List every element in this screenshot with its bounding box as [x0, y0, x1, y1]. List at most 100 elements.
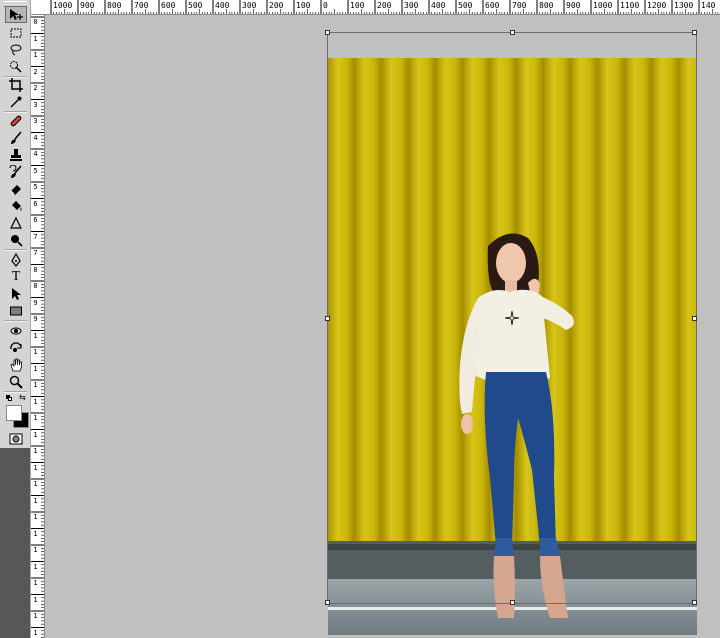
quick-mask-button[interactable] [5, 430, 27, 447]
dodge-tool[interactable] [5, 231, 27, 248]
history-brush-icon [9, 164, 22, 178]
ruler-label: 1 [33, 397, 38, 406]
ruler-label: 1 [33, 496, 38, 505]
blur-tool[interactable] [5, 214, 27, 231]
ruler-label: 6 [33, 199, 38, 208]
rectangle-icon [10, 306, 22, 315]
ruler-label: 700 [512, 1, 527, 10]
ruler-label: 1 [33, 513, 38, 521]
ruler-label: 4 [33, 150, 38, 158]
ruler-label: 1 [33, 595, 38, 604]
ruler-label: 1 [33, 612, 38, 620]
ruler-label: 300 [242, 1, 257, 10]
eyedropper-tool[interactable] [5, 93, 27, 110]
ruler-label: 1000 [53, 1, 73, 10]
3d-orbit-tool[interactable] [5, 339, 27, 356]
paint-bucket-tool[interactable] [5, 197, 27, 214]
ruler-label: 9 [33, 315, 38, 323]
ruler-label: 1 [33, 529, 38, 538]
document-canvas[interactable] [45, 15, 720, 638]
ruler-label: 1 [33, 579, 38, 587]
move-tool[interactable] [5, 6, 27, 23]
healing-brush-tool[interactable] [5, 112, 27, 129]
ruler-label: 9 [33, 298, 38, 307]
hand-tool[interactable] [5, 356, 27, 373]
vertical-ruler[interactable]: 0 1 1 2 2 3 3 4 4 5 5 6 6 7 7 8 8 9 9 1 1 1 1 1 1 1 1 1 1 1 1 1 1 1 1 1 1 1 [31, 15, 45, 638]
ruler-label: 600 [485, 1, 500, 10]
bandage-icon [10, 115, 22, 126]
transform-handle-bottom-right[interactable] [692, 600, 697, 605]
horizontal-ruler[interactable]: 1000 900 800 700 600 500 400 300 200 100 0 100 200 30… [31, 0, 720, 15]
lasso-icon [10, 44, 22, 55]
ruler-label: 0 [323, 1, 328, 10]
ruler-label: 800 [539, 1, 554, 10]
free-transform-box[interactable] [325, 30, 697, 605]
ruler-label: 1 [33, 414, 38, 422]
ruler-label: 1 [33, 34, 38, 43]
ruler-label: 1 [33, 463, 38, 472]
hand-icon [10, 358, 22, 371]
ruler-label: 100 [296, 1, 311, 10]
ruler-label: 1 [33, 381, 38, 389]
marquee-tool[interactable] [5, 24, 27, 41]
ruler-label: 1 [33, 430, 38, 439]
path-selection-tool[interactable] [5, 285, 27, 302]
ruler-label: 7 [33, 232, 38, 241]
zoom-tool[interactable] [5, 373, 27, 390]
quick-select-icon [10, 60, 22, 73]
bucket-icon [12, 200, 22, 211]
ruler-label: 8 [33, 265, 38, 274]
ruler-label: 3 [33, 100, 38, 109]
ruler-label: 5 [33, 183, 38, 191]
transform-handle-right[interactable] [692, 316, 697, 321]
transform-handle-top-left[interactable] [325, 30, 330, 35]
pen-tool[interactable] [5, 251, 27, 268]
ruler-label: 800 [107, 1, 122, 10]
type-icon: T [11, 268, 21, 284]
ruler-label: 5 [33, 166, 38, 175]
ruler-label: 300 [404, 1, 419, 10]
3d-rotate-tool[interactable] [5, 322, 27, 339]
ruler-label: 2 [33, 84, 38, 92]
eraser-icon [10, 184, 21, 195]
lasso-tool[interactable] [5, 41, 27, 58]
transform-handle-bottom[interactable] [510, 600, 515, 605]
ruler-label: 500 [188, 1, 203, 10]
tools-panel: T ⇆ [0, 0, 31, 638]
brush-tool[interactable] [5, 129, 27, 146]
ruler-label: 1 [33, 447, 38, 455]
pen-icon [11, 252, 21, 267]
transform-handle-bottom-left[interactable] [325, 600, 330, 605]
ruler-label: 1000 [593, 1, 613, 10]
ruler-label: 0 [33, 18, 38, 26]
quick-select-tool[interactable] [5, 58, 27, 75]
ruler-label: 1 [33, 348, 38, 356]
type-tool[interactable]: T [5, 268, 27, 285]
eraser-tool[interactable] [5, 180, 27, 197]
reference-point-icon[interactable] [505, 311, 519, 325]
ruler-label: 500 [458, 1, 473, 10]
clone-stamp-tool[interactable] [5, 146, 27, 163]
zoom-icon [9, 375, 23, 389]
ruler-label: 1 [33, 364, 38, 373]
crop-tool[interactable] [5, 76, 27, 93]
ruler-label: 900 [80, 1, 95, 10]
ruler-label: 1 [33, 331, 38, 340]
history-brush-tool[interactable] [5, 163, 27, 180]
move-icon [10, 8, 23, 20]
ruler-label: 400 [215, 1, 230, 10]
panel-background [0, 448, 30, 638]
foreground-color-swatch[interactable] [6, 405, 22, 421]
arrow-icon [12, 287, 21, 300]
swap-colors-icon[interactable]: ⇆ [19, 394, 26, 402]
ruler-label: 1 [33, 51, 38, 59]
transform-handle-top-right[interactable] [692, 30, 697, 35]
transform-handle-left[interactable] [325, 316, 330, 321]
dodge-icon [11, 234, 23, 247]
ruler-label: 600 [161, 1, 176, 10]
ruler-label: 1300 [674, 1, 694, 10]
default-colors-icon[interactable] [6, 395, 13, 402]
transform-handle-top[interactable] [510, 30, 515, 35]
rectangle-tool[interactable] [5, 302, 27, 319]
ruler-label: 4 [33, 133, 38, 142]
